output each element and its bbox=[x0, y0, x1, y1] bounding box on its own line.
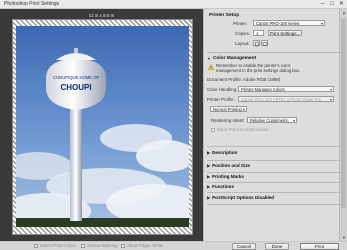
cancel-button[interactable]: Cancel bbox=[232, 243, 256, 250]
layout-landscape-button[interactable] bbox=[261, 40, 268, 46]
portrait-icon bbox=[255, 41, 259, 47]
divider bbox=[207, 182, 339, 183]
document-profile: Document Profile: Adobe RGB (1998) bbox=[207, 77, 281, 82]
done-button[interactable]: Done bbox=[265, 243, 289, 250]
color-management-title: Color Management bbox=[212, 56, 257, 61]
divider bbox=[207, 204, 339, 205]
printer-select[interactable]: Canon PRO-100 series ▾ bbox=[253, 20, 325, 26]
layout-label: Layout: bbox=[235, 41, 250, 46]
show-paper-white-checkbox[interactable] bbox=[121, 243, 125, 248]
section-description[interactable]: ▶ Description bbox=[207, 150, 237, 155]
layout-portrait-button[interactable] bbox=[253, 40, 260, 47]
collapsed-triangle-icon: ▶ bbox=[207, 150, 211, 155]
printer-profile-select[interactable]: Canon PRO-100 <PT5> 3 Photo Paper Pro ▾ bbox=[238, 96, 334, 102]
collapsed-triangle-icon: ▶ bbox=[207, 195, 211, 200]
match-print-colors-checkbox[interactable] bbox=[34, 243, 38, 248]
chevron-down-icon: ▾ bbox=[329, 87, 332, 92]
chevron-down-icon: ▾ bbox=[320, 21, 323, 26]
paper-dimensions: 11 in x 8.5 in bbox=[88, 13, 115, 18]
normal-printing-value: Normal Printing bbox=[213, 107, 242, 112]
black-point-checkbox[interactable] bbox=[211, 128, 215, 132]
section-functions[interactable]: ▶ Functions bbox=[207, 184, 234, 189]
section-printing-marks[interactable]: ▶ Printing Marks bbox=[207, 174, 244, 179]
gamut-warning-checkbox[interactable] bbox=[81, 243, 85, 248]
show-paper-white-label: Show Paper White bbox=[127, 243, 164, 248]
panel-scrollbar[interactable]: ▲ ▼ bbox=[339, 9, 347, 241]
show-paper-white[interactable]: Show Paper White bbox=[121, 243, 163, 248]
scroll-up-icon[interactable]: ▲ bbox=[340, 9, 347, 16]
warning-icon bbox=[208, 64, 214, 70]
water-tower-image: CHOUPIQUE HOME OF CHOUPI bbox=[16, 26, 189, 227]
color-handling-select[interactable]: Printer Manages Colors ▾ bbox=[238, 86, 334, 92]
chevron-down-icon: ▾ bbox=[292, 118, 295, 123]
section-printing-marks-label: Printing Marks bbox=[212, 174, 244, 179]
section-postscript[interactable]: ▶ PostScript Options Disabled bbox=[207, 195, 274, 200]
scroll-down-icon[interactable]: ▼ bbox=[340, 234, 347, 241]
collapsed-triangle-icon: ▶ bbox=[207, 174, 211, 179]
color-handling-value: Printer Manages Colors bbox=[241, 87, 285, 92]
rendering-intent-select[interactable]: Relative Colorimetric ▾ bbox=[247, 117, 297, 123]
divider bbox=[207, 172, 339, 173]
divider bbox=[207, 146, 339, 147]
photo-preview[interactable]: CHOUPIQUE HOME OF CHOUPI bbox=[16, 26, 189, 227]
divider bbox=[207, 192, 339, 193]
landscape-icon bbox=[262, 42, 268, 46]
window-title: Photoshop Print Settings bbox=[4, 1, 60, 7]
scroll-thumb[interactable] bbox=[341, 18, 346, 208]
divider bbox=[207, 160, 339, 161]
maximize-icon[interactable]: □ bbox=[330, 1, 334, 8]
collapsed-triangle-icon: ▶ bbox=[207, 163, 211, 168]
minimize-icon[interactable]: – bbox=[321, 1, 324, 8]
printer-label: Printer: bbox=[233, 21, 248, 26]
section-postscript-label: PostScript Options Disabled bbox=[212, 195, 275, 200]
notice-line-2: management in the print settings dialog … bbox=[216, 68, 301, 73]
color-handling-label: Color Handling: bbox=[207, 87, 238, 92]
chevron-down-icon: ▾ bbox=[242, 107, 245, 112]
rendering-intent-label: Rendering Intent: bbox=[211, 118, 245, 123]
print-settings-button[interactable]: Print Settings... bbox=[268, 30, 302, 36]
section-position-size-label: Position and Size bbox=[212, 163, 251, 168]
color-management-header[interactable]: ▼ Color Management bbox=[207, 56, 256, 61]
title-bar: Photoshop Print Settings – □ ✕ bbox=[0, 0, 347, 9]
printer-setup-title: Printer Setup bbox=[209, 13, 240, 18]
black-point-label: Black Point Compensation bbox=[217, 127, 269, 132]
close-icon[interactable]: ✕ bbox=[339, 1, 344, 8]
gamut-warning[interactable]: Gamut Warning bbox=[81, 243, 118, 248]
gamut-warning-label: Gamut Warning bbox=[87, 243, 118, 248]
bottom-bar: Match Print Colors Gamut Warning Show Pa… bbox=[0, 241, 347, 250]
tower-text-2: CHOUPI bbox=[60, 83, 91, 92]
divider bbox=[207, 52, 339, 53]
section-functions-label: Functions bbox=[212, 184, 235, 189]
printer-value: Canon PRO-100 series bbox=[256, 21, 300, 26]
expanded-triangle-icon: ▼ bbox=[207, 56, 211, 61]
rendering-intent-value: Relative Colorimetric bbox=[250, 118, 289, 123]
printer-profile-label: Printer Profile: bbox=[207, 97, 235, 102]
chevron-down-icon: ▾ bbox=[329, 97, 332, 102]
print-button[interactable]: Print bbox=[300, 243, 339, 250]
tower-text-1: CHOUPIQUE HOME OF bbox=[53, 75, 100, 80]
copies-input[interactable]: 1 bbox=[253, 30, 264, 36]
copies-label: Copies: bbox=[235, 31, 250, 36]
section-position-size[interactable]: ▶ Position and Size bbox=[207, 163, 250, 168]
normal-printing-select[interactable]: Normal Printing ▾ bbox=[210, 106, 247, 112]
collapsed-triangle-icon: ▶ bbox=[207, 184, 211, 189]
match-print-colors-label: Match Print Colors bbox=[40, 243, 77, 248]
printer-profile-value: Canon PRO-100 <PT5> 3 Photo Paper Pro bbox=[241, 97, 322, 102]
section-description-label: Description bbox=[212, 150, 238, 155]
settings-panel bbox=[203, 9, 347, 241]
match-print-colors[interactable]: Match Print Colors bbox=[34, 243, 76, 248]
